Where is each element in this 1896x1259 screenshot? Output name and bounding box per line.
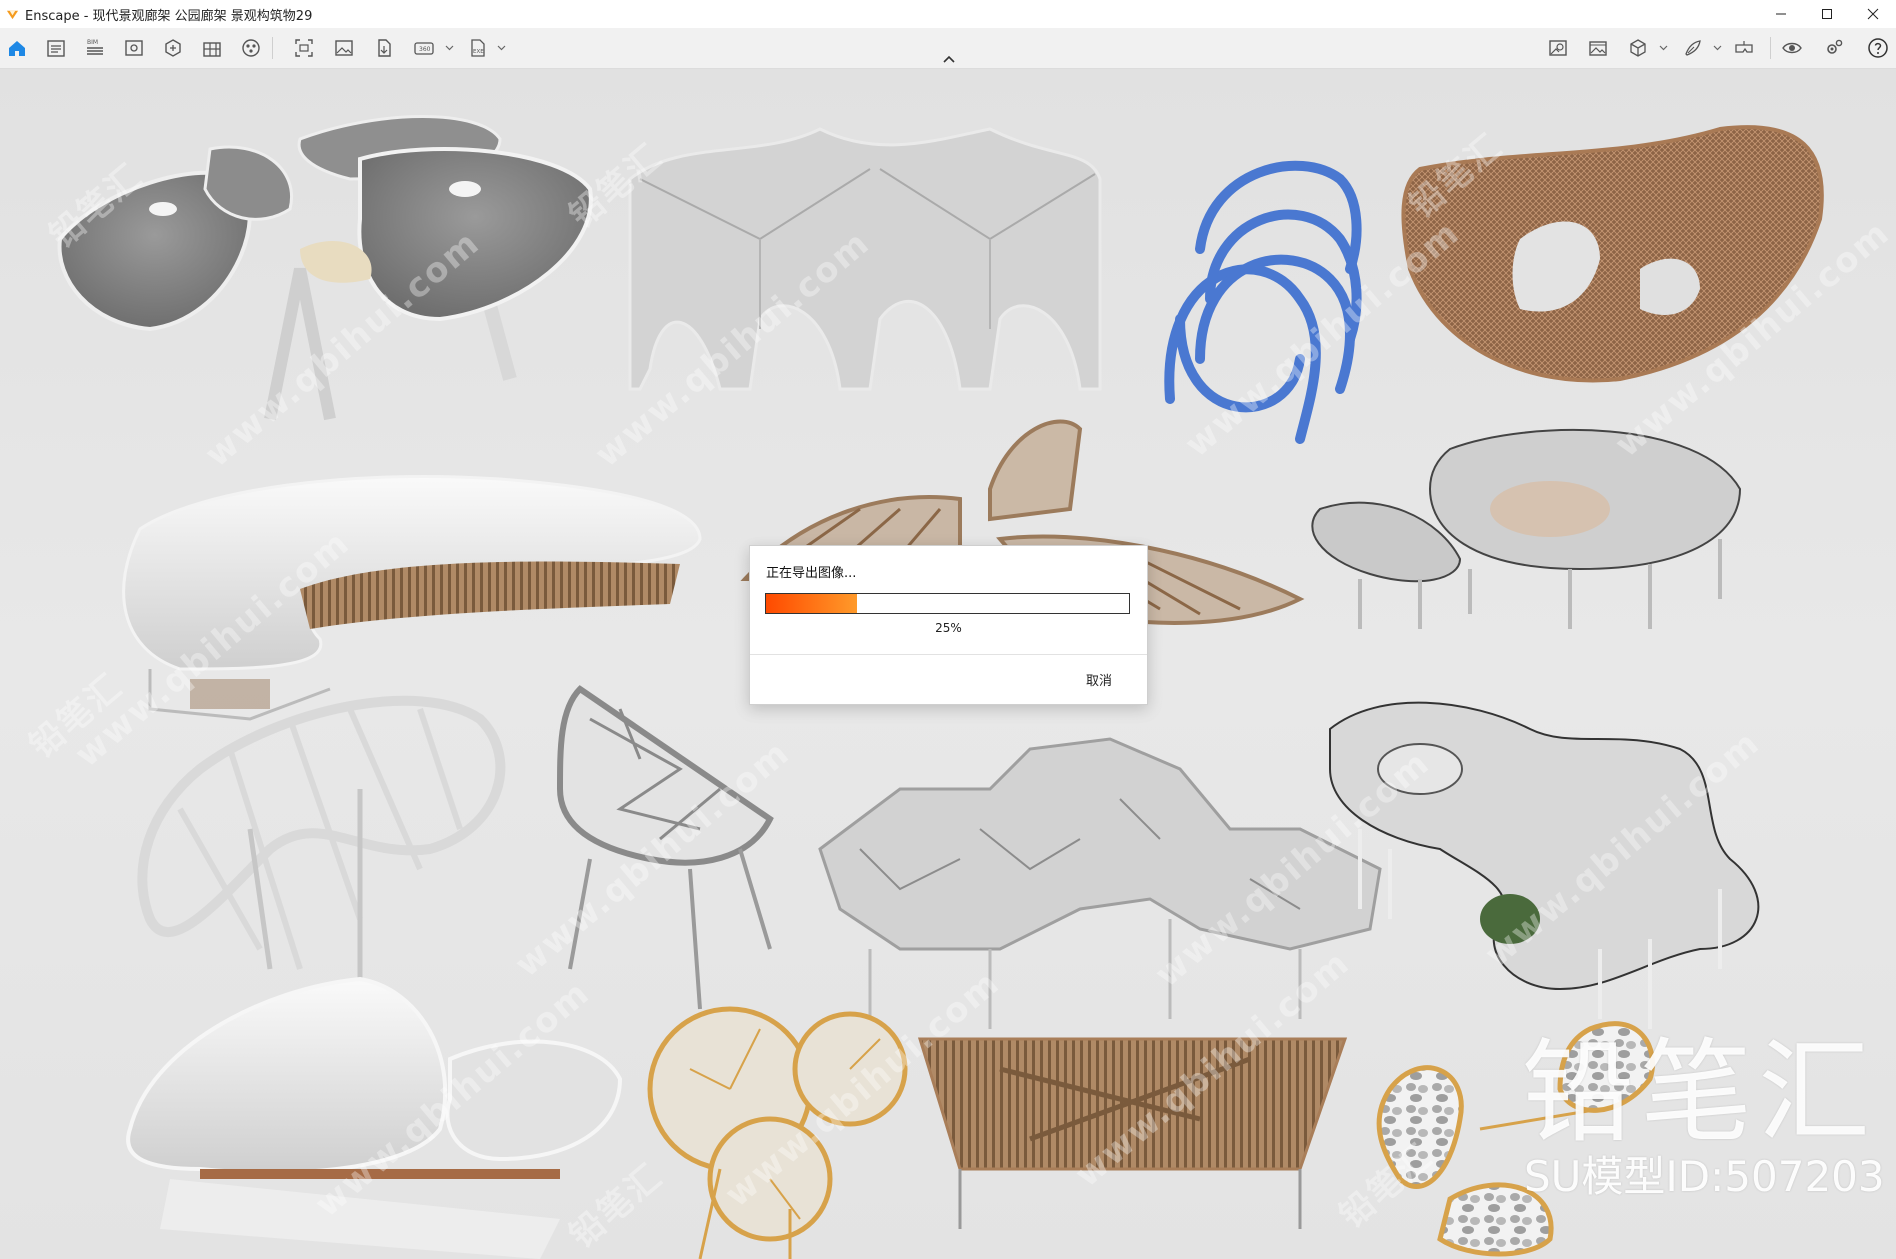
image-icon <box>335 40 353 56</box>
organic-flat-roof-pavilion-model <box>1311 429 1742 629</box>
materials-button[interactable] <box>239 36 263 60</box>
progress-bar-fill <box>766 594 857 613</box>
enscape-logo-icon <box>6 10 19 19</box>
brush-dropdown-chevron-down-icon[interactable] <box>1713 43 1722 52</box>
svg-text:BIM: BIM <box>87 39 98 46</box>
library-button[interactable] <box>200 36 224 60</box>
help-button[interactable] <box>1866 36 1890 60</box>
cancel-button[interactable]: 取消 <box>1086 670 1112 689</box>
panorama-dropdown-chevron-down-icon[interactable] <box>445 43 454 52</box>
vr-headset-icon <box>1735 41 1753 53</box>
help-icon <box>1868 38 1888 58</box>
svg-text:EXE: EXE <box>473 49 484 55</box>
minimize-button[interactable] <box>1758 0 1804 28</box>
svg-text:360: 360 <box>419 46 431 53</box>
close-icon <box>1867 8 1879 20</box>
panel-icon <box>47 40 65 57</box>
visibility-button[interactable] <box>1780 36 1804 60</box>
panel-button[interactable] <box>44 36 68 60</box>
window-controls <box>1758 0 1896 28</box>
model-id-watermark: SU模型ID:507203 <box>1524 1152 1885 1201</box>
exe-export-icon: EXE <box>471 39 485 57</box>
exe-dropdown-chevron-down-icon[interactable] <box>497 43 506 52</box>
cube-icon <box>1630 39 1646 57</box>
panorama-icon: 360 <box>414 42 434 55</box>
toolbar-separator <box>272 37 273 59</box>
materials-icon <box>242 39 260 57</box>
export-icon <box>378 39 391 57</box>
image-button[interactable] <box>332 36 356 60</box>
brush-button[interactable] <box>1680 36 1704 60</box>
image-view-button[interactable] <box>1586 36 1610 60</box>
settings-button[interactable] <box>1822 36 1846 60</box>
exe-export-button[interactable]: EXE <box>466 36 490 60</box>
view-button[interactable] <box>122 36 146 60</box>
bim-button[interactable]: BIM <box>83 36 107 60</box>
render-icon <box>1549 40 1567 56</box>
assets-button[interactable] <box>161 36 185 60</box>
export-progress-bar <box>765 593 1130 614</box>
window-title: Enscape - 现代景观廊架 公园廊架 景观构筑物29 <box>25 8 313 24</box>
progress-percentage: 25% <box>935 621 962 635</box>
capture-icon <box>295 39 313 57</box>
dialog-title: 正在导出图像... <box>766 566 857 581</box>
home-button[interactable] <box>5 36 29 60</box>
render-button[interactable] <box>1546 36 1570 60</box>
c-shaped-roof-pavilion-model <box>122 474 702 721</box>
title-bar: Enscape - 现代景观廊架 公园廊架 景观构筑物29 <box>0 0 1896 29</box>
assets-icon <box>165 39 181 57</box>
dialog-divider <box>750 654 1147 655</box>
bim-icon: BIM <box>87 39 103 55</box>
export-button[interactable] <box>372 36 396 60</box>
vr-headset-button[interactable] <box>1732 36 1756 60</box>
close-button[interactable] <box>1850 0 1896 28</box>
capture-button[interactable] <box>292 36 316 60</box>
home-icon <box>9 41 25 56</box>
toolbar-separator <box>1770 37 1771 59</box>
library-icon <box>203 42 221 57</box>
visibility-icon <box>1782 42 1802 54</box>
maximize-button[interactable] <box>1804 0 1850 28</box>
cube-dropdown-chevron-down-icon[interactable] <box>1659 43 1668 52</box>
export-progress-dialog: 正在导出图像... 25% 取消 <box>749 545 1148 705</box>
toolbar-collapse-chevron-up-icon[interactable] <box>941 54 957 64</box>
image-view-icon <box>1589 41 1607 56</box>
settings-icon <box>1827 39 1843 54</box>
brand-watermark: 铅笔汇 <box>1522 1028 1876 1158</box>
panorama-button[interactable]: 360 <box>412 36 436 60</box>
view-icon <box>125 40 143 56</box>
white-blob-pavilion-model <box>1329 701 1760 1029</box>
brush-icon <box>1685 40 1701 56</box>
cube-button[interactable] <box>1626 36 1650 60</box>
minimize-icon <box>1776 13 1786 15</box>
maximize-icon <box>1822 9 1832 19</box>
lattice-kidney-pergola-model <box>137 695 506 1009</box>
